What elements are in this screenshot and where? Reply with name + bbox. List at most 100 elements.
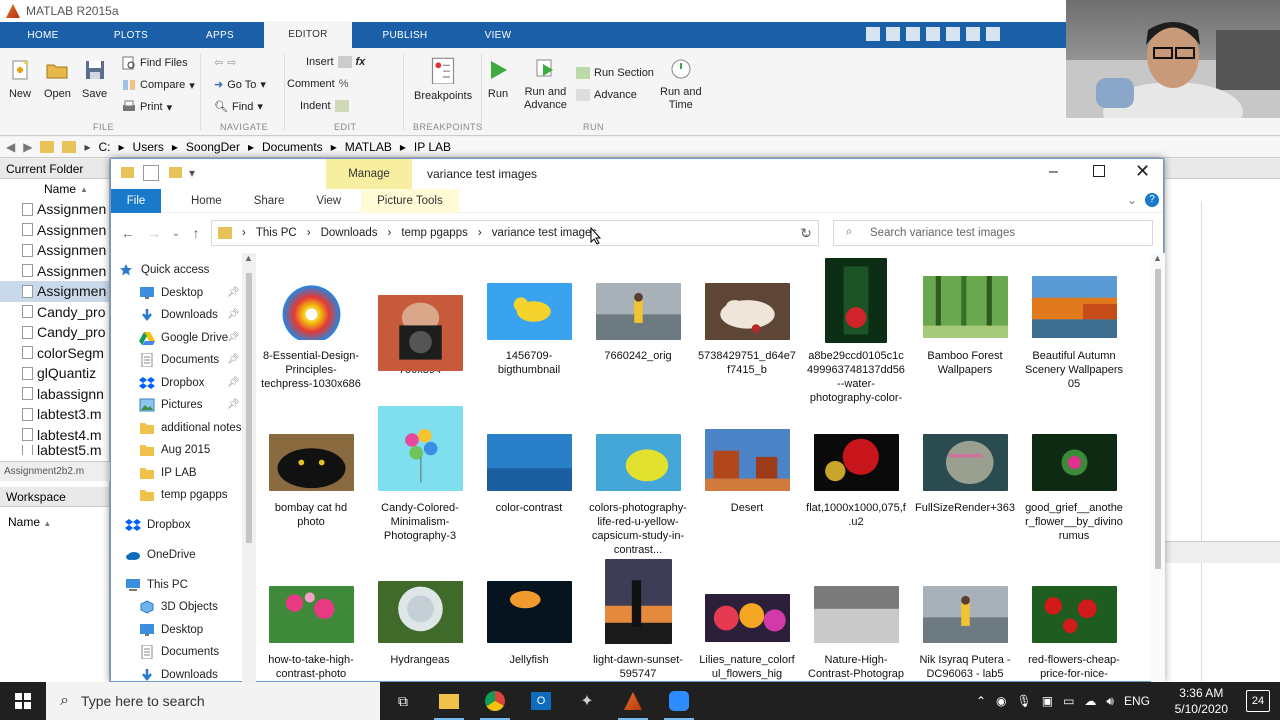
tab-plots[interactable]: PLOTS (86, 22, 176, 48)
back-arrow-icon[interactable]: ⇦ (214, 56, 223, 69)
language-indicator[interactable]: ENG (1124, 694, 1150, 708)
forward-arrow-icon[interactable]: ▶ (23, 140, 32, 154)
image-file-tile[interactable]: colors-photography-life-red-u-yellow-cap… (588, 434, 688, 557)
notification-center-button[interactable]: 24 (1246, 690, 1270, 712)
breadcrumb-this-pc[interactable]: This PC (256, 227, 297, 239)
file-item[interactable]: Candy_pro (0, 322, 109, 343)
image-file-tile[interactable]: 5738429751_d64e7f7415_b (697, 283, 797, 377)
image-file-tile[interactable]: Candy-Colored-Minimalism-Photography-3 (370, 406, 470, 543)
matlab-taskbar-button[interactable] (610, 682, 656, 720)
microphone-icon[interactable]: 🎙︎ (1017, 694, 1032, 708)
scroll-up-icon[interactable]: ▲ (1153, 253, 1162, 263)
image-file-tile[interactable]: Lilies_nature_colorful_flowers_hig (697, 594, 797, 681)
image-file-tile[interactable]: light-dawn-sunset-595747 (588, 559, 688, 681)
file-item[interactable]: Assignmen (0, 240, 109, 261)
start-button[interactable] (0, 682, 46, 720)
compare-button[interactable]: Compare ▾ (122, 78, 195, 92)
chrome-taskbar-button[interactable] (472, 682, 518, 720)
comment-button[interactable]: Comment % (287, 78, 348, 90)
breadcrumb-temp-pgapps[interactable]: temp pgapps (401, 227, 468, 239)
address-bar[interactable]: › This PC › Downloads › temp pgapps › varia… (211, 220, 819, 246)
scroll-thumb[interactable] (246, 273, 252, 543)
task-view-button[interactable]: ⧉ (380, 682, 426, 720)
nav-item[interactable]: Google Drive (139, 331, 228, 345)
fx-icon[interactable]: fx (356, 56, 366, 68)
tray-app-icon[interactable]: ◉ (996, 694, 1006, 708)
nav-item[interactable]: Documents (139, 352, 219, 368)
qa-redo-icon[interactable] (966, 27, 980, 41)
nav-item[interactable]: Desktop (139, 623, 203, 637)
file-item[interactable]: Candy_pro (0, 302, 109, 323)
refresh-icon[interactable]: ↻ (795, 222, 817, 244)
path-segment[interactable]: MATLAB (345, 140, 392, 154)
print-button[interactable]: Print ▾ (122, 100, 172, 114)
search-input[interactable]: ⌕ Search variance test images (833, 220, 1153, 246)
file-item[interactable]: labtest5.m (0, 445, 109, 455)
properties-icon[interactable] (143, 165, 159, 181)
volume-icon[interactable]: 🔊︎ (1106, 694, 1114, 709)
forward-arrow-icon[interactable]: ⇨ (227, 56, 236, 69)
image-file-tile[interactable]: a8be29ccd0105c1c499963748137dd56--water-… (806, 258, 906, 405)
qat-dropdown-icon[interactable]: ▾ (189, 166, 195, 180)
path-segment[interactable]: Documents (262, 140, 323, 154)
run-and-time-button[interactable]: Run and Time (660, 56, 702, 112)
manage-context-tab[interactable]: Manage (326, 159, 412, 189)
image-file-tile[interactable]: good_grief__another_flower__by_divinorum… (1024, 434, 1124, 543)
path-segment[interactable]: Users (133, 140, 164, 154)
scroll-up-icon[interactable]: ▲ (244, 253, 253, 263)
taskbar-search-box[interactable]: ⌕ Type here to search (46, 682, 380, 720)
up-arrow-icon[interactable]: ↑ (185, 222, 207, 244)
nav-item[interactable]: temp pgapps (139, 488, 228, 502)
tab-apps[interactable]: APPS (176, 22, 264, 48)
pin-icon[interactable]: 📌︎ (227, 399, 240, 410)
file-item[interactable]: Assignmen (0, 199, 109, 220)
tab-publish[interactable]: PUBLISH (352, 22, 458, 48)
find-files-button[interactable]: Find Files (122, 56, 188, 70)
tab-editor[interactable]: EDITOR (264, 21, 352, 48)
qa-cut-icon[interactable] (886, 27, 900, 41)
tab-file[interactable]: File (111, 188, 161, 213)
nav-item[interactable]: Pictures (139, 398, 203, 412)
tab-share[interactable]: Share (238, 189, 301, 213)
nav-item[interactable]: 3D Objects (139, 600, 218, 614)
help-icon[interactable]: ? (1145, 193, 1159, 207)
pin-icon[interactable]: 📌︎ (227, 354, 240, 365)
tab-home[interactable]: Home (175, 189, 238, 213)
back-arrow-icon[interactable]: ◀ (6, 140, 15, 154)
back-arrow-icon[interactable]: ← (117, 222, 139, 244)
image-file-tile[interactable]: Beautiful Autumn Scenery Wallpapers 05 (1024, 276, 1124, 391)
qa-switch-windows-icon[interactable] (986, 27, 1000, 41)
indent-button[interactable]: Indent (300, 100, 349, 112)
nav-item[interactable]: Documents (139, 644, 219, 660)
nav-item[interactable]: Aug 2015 (139, 443, 210, 457)
image-file-tile[interactable]: 394968_538b_7-700x394 (370, 295, 470, 377)
image-file-tile[interactable]: Bamboo Forest Wallpapers (915, 276, 1015, 377)
network-icon[interactable]: ☁ (1084, 694, 1096, 708)
path-segment[interactable]: SoongDer (186, 140, 240, 154)
image-file-tile[interactable]: Jellyfish (479, 581, 579, 667)
tab-picture-tools[interactable]: Picture Tools (361, 188, 459, 213)
pin-icon[interactable]: 📌︎ (227, 287, 240, 298)
breakpoints-button[interactable]: Breakpoints (414, 56, 472, 102)
tray-app-icon[interactable]: ▣ (1042, 694, 1053, 708)
new-button[interactable]: New (8, 58, 32, 100)
nav-dropbox[interactable]: Dropbox (125, 518, 190, 532)
image-file-tile[interactable]: Hydrangeas (370, 581, 470, 667)
nav-item[interactable]: IP LAB (139, 466, 197, 480)
open-button[interactable]: Open (44, 58, 71, 100)
breadcrumb-current-folder[interactable]: variance test images (492, 227, 597, 239)
image-file-tile[interactable]: Nik Isyraq Putera - DC96063 - lab5 (915, 586, 1015, 681)
recent-locations-icon[interactable]: ⌄ (165, 222, 187, 244)
pin-icon[interactable]: 📌︎ (227, 377, 240, 388)
new-folder-icon[interactable] (169, 167, 182, 178)
run-section-button[interactable]: Run Section (576, 67, 654, 79)
path-segment[interactable]: C: (99, 140, 111, 154)
qa-undo-icon[interactable] (946, 27, 960, 41)
file-item-selected[interactable]: Assignmen (0, 281, 109, 302)
tray-chevron-icon[interactable]: ⌃ (976, 694, 986, 708)
nav-this-pc[interactable]: This PC (125, 578, 188, 592)
image-file-tile[interactable]: red-flowers-cheap-price-for-nice- (1024, 586, 1124, 681)
maximize-icon[interactable] (1093, 165, 1105, 177)
tab-view[interactable]: VIEW (458, 22, 538, 48)
name-column-header[interactable]: Name ▲ (0, 179, 109, 199)
